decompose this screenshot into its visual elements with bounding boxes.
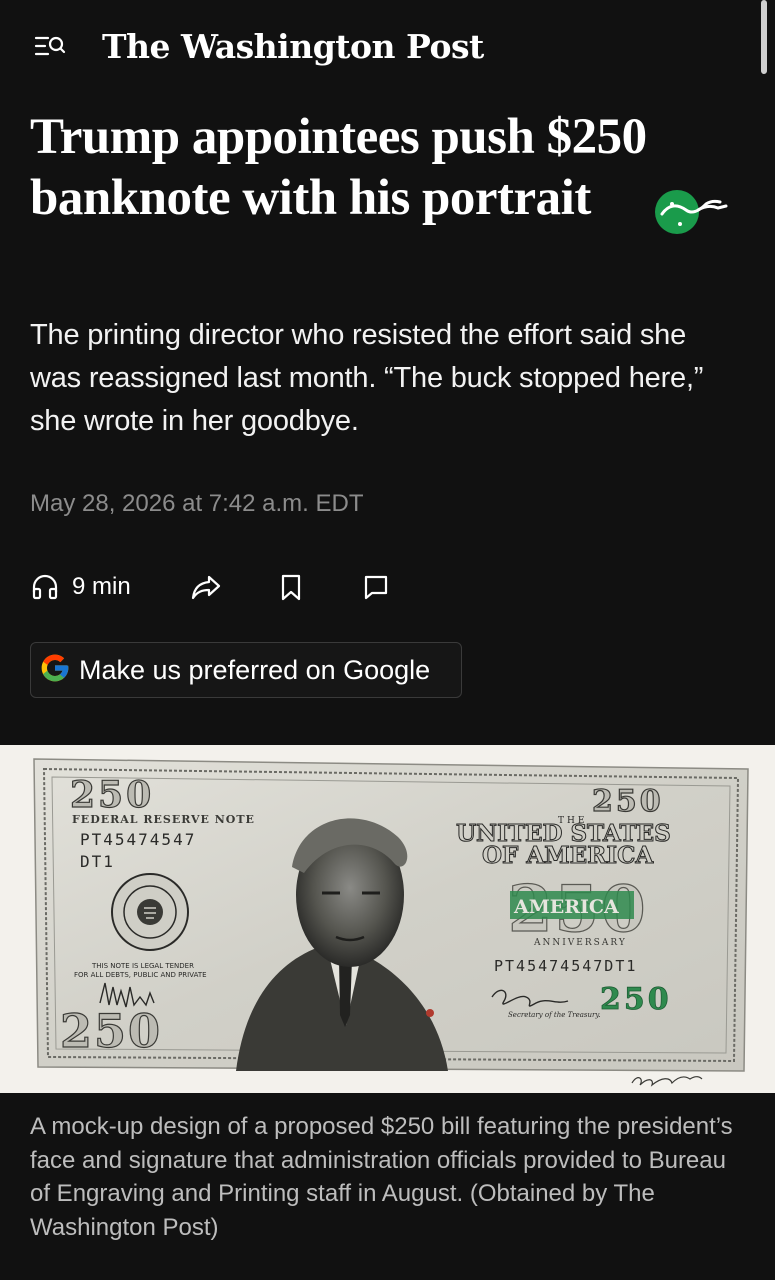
share-button[interactable] (190, 565, 222, 609)
federal-reserve-seal (111, 873, 189, 951)
note-america-word: AMERICA (513, 896, 619, 918)
legal-tender-line-2: FOR ALL DEBTS, PUBLIC AND PRIVATE (74, 971, 207, 979)
note-country-of-america: OF AMERICA (482, 842, 654, 869)
scrollbar[interactable] (761, 0, 767, 74)
bookmark-icon (279, 572, 303, 602)
article-headline: Trump appointees push $250 banknote with… (30, 109, 647, 226)
article-dateline: May 28, 2026 at 7:42 a.m. EDT (30, 490, 364, 517)
site-logo[interactable]: The Washington Post (102, 27, 484, 66)
bookmark-button[interactable] (279, 565, 303, 609)
photo-caption: A mock-up design of a proposed $250 bill… (30, 1113, 733, 1241)
masthead: The Washington Post (34, 24, 484, 68)
comment-icon (362, 572, 390, 602)
menu-search-icon[interactable] (34, 33, 68, 59)
article-actions: 9 min (30, 565, 430, 609)
note-secretary-line: Secretary of the Treasury. (508, 1011, 601, 1019)
note-denomination-top-right: 250 (592, 784, 664, 819)
google-button-label: Make us preferred on Google (79, 654, 431, 685)
note-denomination-bottom-left: 250 (60, 1004, 162, 1058)
listen-duration: 9 min (72, 573, 131, 600)
note-anniversary: ANNIVERSARY (533, 938, 627, 948)
note-denomination-green: 250 (600, 982, 672, 1017)
note-denomination-top-left: 250 (70, 774, 154, 816)
make-preferred-google-button[interactable]: Make us preferred on Google (30, 642, 462, 698)
note-serial-right: PT45474547DT1 (494, 957, 637, 975)
headphones-icon (30, 572, 60, 602)
google-g-icon (39, 652, 71, 689)
banknote-photo: 250 250 250 FEDERAL RESERVE NOTE PT45474… (0, 745, 775, 1093)
legal-tender-line-1: THIS NOTE IS LEGAL TENDER (91, 962, 194, 970)
note-banner: FEDERAL RESERVE NOTE (72, 813, 255, 826)
comment-button[interactable] (362, 565, 390, 609)
watermark-badge (650, 180, 732, 240)
note-serial-sub: DT1 (80, 852, 115, 871)
listen-button[interactable]: 9 min (30, 565, 131, 609)
note-serial-left: PT45474547 (80, 830, 196, 849)
article-dek: The printing director who resisted the e… (30, 319, 704, 437)
share-icon (190, 572, 222, 602)
